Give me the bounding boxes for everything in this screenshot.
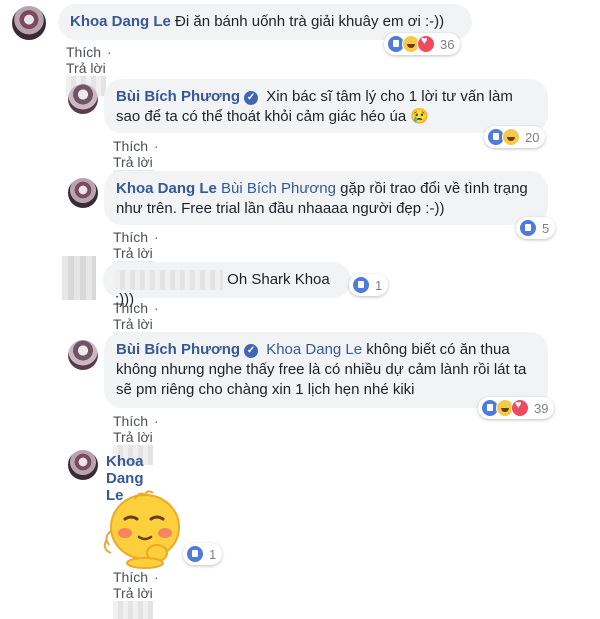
like-button[interactable]: Thích bbox=[66, 44, 101, 60]
avatar[interactable] bbox=[68, 178, 98, 208]
commenter-name[interactable]: Khoa Dang Le bbox=[116, 180, 217, 197]
comment-bubble: Khoa Dang Le Bùi Bích Phương gặp rồi tra… bbox=[104, 171, 548, 225]
like-icon bbox=[186, 545, 204, 563]
like-button[interactable]: Thích bbox=[113, 138, 148, 154]
separator: · bbox=[154, 229, 159, 245]
timestamp-redacted bbox=[113, 601, 153, 619]
separator: · bbox=[107, 44, 112, 60]
reaction-count: 36 bbox=[440, 36, 455, 52]
love-icon bbox=[417, 35, 435, 53]
sticker-image bbox=[103, 490, 180, 569]
comment-bubble: Bùi Bích Phương ✓ Khoa Dang Le không biết… bbox=[104, 332, 548, 408]
reaction-count: 5 bbox=[542, 220, 550, 236]
commenter-name[interactable]: Bùi Bích Phương bbox=[116, 341, 240, 358]
reply-button[interactable]: Trả lời bbox=[113, 154, 153, 170]
like-button[interactable]: Thích bbox=[113, 300, 148, 316]
reaction-summary[interactable]: 1 bbox=[183, 543, 223, 565]
reaction-count: 39 bbox=[534, 400, 549, 416]
verified-icon: ✓ bbox=[244, 91, 259, 105]
commenter-name[interactable]: Bùi Bích Phương bbox=[116, 88, 240, 105]
separator: · bbox=[154, 300, 159, 316]
separator: · bbox=[154, 138, 159, 154]
tagged-user[interactable]: Khoa Dang Le bbox=[266, 341, 362, 358]
reaction-summary[interactable]: 39 bbox=[478, 397, 555, 419]
reply-button[interactable]: Trả lời bbox=[66, 60, 106, 76]
verified-icon: ✓ bbox=[244, 344, 259, 358]
reaction-count: 1 bbox=[209, 546, 217, 562]
reaction-summary[interactable]: 1 bbox=[349, 274, 389, 296]
reaction-summary[interactable]: 36 bbox=[384, 33, 461, 55]
haha-icon bbox=[502, 128, 520, 146]
reply-button[interactable]: Trả lời bbox=[113, 245, 153, 261]
reaction-count: 20 bbox=[525, 129, 540, 145]
separator: · bbox=[154, 569, 159, 585]
reply-button[interactable]: Trả lời bbox=[113, 585, 153, 601]
avatar[interactable] bbox=[12, 6, 46, 40]
tagged-user[interactable]: Bùi Bích Phương bbox=[221, 180, 336, 197]
avatar[interactable] bbox=[68, 84, 98, 114]
reaction-summary[interactable]: 20 bbox=[484, 126, 546, 148]
avatar[interactable] bbox=[62, 256, 96, 300]
like-button[interactable]: Thích bbox=[113, 413, 148, 429]
comment-actions: Thích · Trả lời bbox=[113, 569, 165, 619]
commenter-name[interactable]: Khoa Dang Le bbox=[70, 13, 171, 30]
reply-button[interactable]: Trả lời bbox=[113, 429, 153, 445]
like-button[interactable]: Thích bbox=[113, 569, 148, 585]
love-icon bbox=[511, 399, 529, 417]
comment-bubble: Bùi Bích Phương ✓ Xin bác sĩ tâm lý cho 1… bbox=[104, 79, 548, 133]
comment-text: Đi ăn bánh uốnh trà giải khuây em ơi :-)… bbox=[175, 13, 445, 30]
commenter-name-redacted bbox=[115, 270, 223, 291]
comment-bubble: Oh Shark Khoa :))) bbox=[103, 262, 351, 308]
reaction-summary[interactable]: 5 bbox=[516, 217, 556, 239]
avatar[interactable] bbox=[68, 340, 98, 370]
avatar[interactable] bbox=[68, 450, 98, 480]
like-button[interactable]: Thích bbox=[113, 229, 148, 245]
reaction-count: 1 bbox=[375, 277, 383, 293]
like-icon bbox=[352, 276, 370, 294]
like-icon bbox=[519, 219, 537, 237]
reply-button[interactable]: Trả lời bbox=[113, 316, 153, 332]
separator: · bbox=[154, 413, 159, 429]
